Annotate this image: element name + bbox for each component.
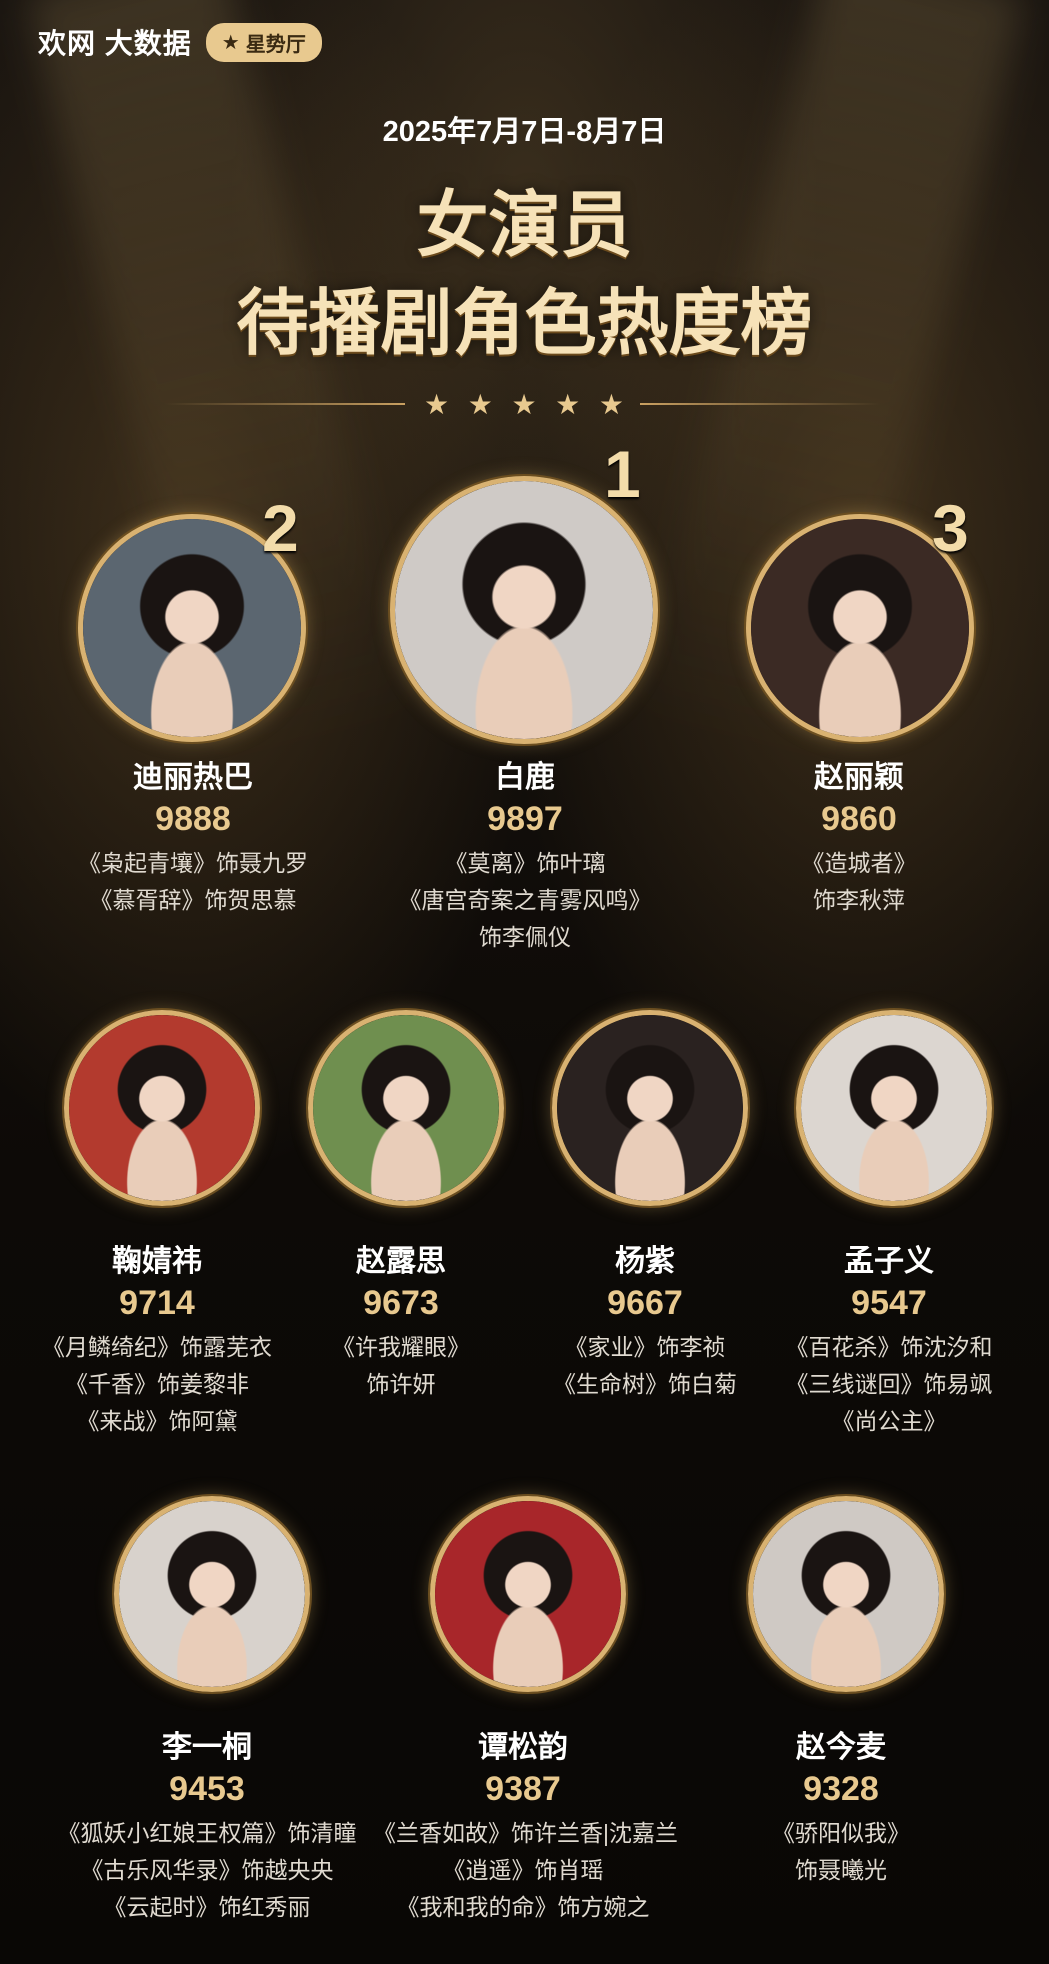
role-line: 《兰香如故》饰许兰香|沈嘉兰 bbox=[373, 1820, 678, 1846]
divider-left bbox=[165, 403, 405, 405]
heat-score: 9547 bbox=[851, 1284, 927, 1322]
actress-name: 赵今麦 bbox=[796, 1731, 886, 1764]
portrait-photo bbox=[435, 1501, 621, 1687]
role-line: 《云起时》饰红秀丽 bbox=[103, 1894, 311, 1920]
role-line: 《莫离》饰叶璃 bbox=[444, 850, 606, 876]
role-line: 《我和我的命》饰方婉之 bbox=[396, 1894, 650, 1920]
role-line: 《唐宫奇案之青雾风鸣》 bbox=[398, 887, 652, 913]
brand-badge: ★ 星势厅 bbox=[205, 22, 322, 62]
role-list: 《骄阳似我》 饰聂曦光 bbox=[691, 1815, 991, 1889]
actress-name: 谭松韵 bbox=[478, 1731, 568, 1764]
badge-label: 星势厅 bbox=[245, 33, 306, 56]
avatar bbox=[552, 1010, 748, 1206]
role-line: 《百花杀》饰沈汐和 bbox=[785, 1334, 993, 1360]
heat-score: 9387 bbox=[485, 1770, 561, 1808]
avatar bbox=[390, 476, 658, 744]
star-icon: ★ bbox=[555, 389, 581, 420]
role-list: 《莫离》饰叶璃 《唐宫奇案之青雾风鸣》 饰李佩仪 bbox=[375, 845, 675, 956]
role-line: 《古乐风华录》饰越央央 bbox=[80, 1857, 334, 1883]
star-icon: ★ bbox=[221, 31, 240, 54]
role-list: 《枭起青壤》饰聂九罗 《慕胥辞》饰贺思慕 bbox=[43, 845, 343, 919]
portrait-photo bbox=[395, 481, 653, 739]
portrait-photo bbox=[69, 1015, 255, 1201]
avatar bbox=[64, 1010, 260, 1206]
role-line: 《慕胥辞》饰贺思慕 bbox=[89, 887, 297, 913]
brand-logo: 欢网 大数据 bbox=[38, 28, 192, 59]
portrait-photo bbox=[313, 1015, 499, 1201]
heat-score: 9328 bbox=[803, 1770, 879, 1808]
actress-card: 迪丽热巴 9888 《枭起青壤》饰聂九罗 《慕胥辞》饰贺思慕 bbox=[43, 752, 343, 919]
portrait-photo bbox=[753, 1501, 939, 1687]
role-line: 《三线谜回》饰易飒 bbox=[785, 1371, 993, 1397]
avatar bbox=[796, 1010, 992, 1206]
role-line: 《尚公主》 bbox=[831, 1408, 947, 1434]
avatar bbox=[430, 1496, 626, 1692]
star-icon: ★ bbox=[598, 389, 624, 420]
role-line: 饰李秋萍 bbox=[813, 887, 905, 913]
role-list: 《兰香如故》饰许兰香|沈嘉兰 《逍遥》饰肖瑶 《我和我的命》饰方婉之 bbox=[373, 1815, 678, 1926]
actress-card: 孟子义 9547 《百花杀》饰沈汐和 《三线谜回》饰易飒 《尚公主》 bbox=[739, 1236, 1039, 1440]
rank-number: 3 bbox=[932, 491, 969, 565]
actress-card: 赵今麦 9328 《骄阳似我》 饰聂曦光 bbox=[691, 1722, 991, 1889]
role-line: 《狐妖小红娘王权篇》饰清瞳 bbox=[57, 1820, 357, 1846]
rank-number: 1 bbox=[604, 437, 641, 511]
star-icon: ★ bbox=[511, 389, 537, 420]
role-line: 《造城者》 bbox=[801, 850, 917, 876]
actress-name: 赵丽颖 bbox=[814, 761, 904, 794]
avatar bbox=[114, 1496, 310, 1692]
portrait-photo bbox=[119, 1501, 305, 1687]
role-line: 《枭起青壤》饰聂九罗 bbox=[78, 850, 308, 876]
actress-name: 李一桐 bbox=[162, 1731, 252, 1764]
avatar bbox=[748, 1496, 944, 1692]
actress-card: 白鹿 9897 《莫离》饰叶璃 《唐宫奇案之青雾风鸣》 饰李佩仪 bbox=[375, 752, 675, 956]
actress-card: 赵丽颖 9860 《造城者》 饰李秋萍 bbox=[709, 752, 1009, 919]
stars-decoration: ★ ★ ★ ★ ★ bbox=[424, 388, 624, 421]
heat-score: 9888 bbox=[155, 800, 231, 838]
actress-name: 白鹿 bbox=[495, 761, 555, 794]
page-title-line1: 女演员 bbox=[416, 186, 633, 266]
heat-score: 9453 bbox=[169, 1770, 245, 1808]
role-line: 《逍遥》饰肖瑶 bbox=[442, 1857, 604, 1883]
star-icon: ★ bbox=[467, 389, 493, 420]
portrait-photo bbox=[801, 1015, 987, 1201]
role-line: 《来战》饰阿黛 bbox=[76, 1408, 238, 1434]
role-line: 饰李佩仪 bbox=[479, 924, 571, 950]
avatar bbox=[308, 1010, 504, 1206]
divider-right bbox=[640, 403, 880, 405]
role-list: 《狐妖小红娘王权篇》饰清瞳 《古乐风华录》饰越央央 《云起时》饰红秀丽 bbox=[57, 1815, 357, 1926]
date-range: 2025年7月7日-8月7日 bbox=[382, 116, 667, 148]
role-list: 《造城者》 饰李秋萍 bbox=[709, 845, 1009, 919]
heat-score: 9897 bbox=[487, 800, 563, 838]
role-line: 《骄阳似我》 bbox=[772, 1820, 910, 1846]
brand-header: 欢网 大数据 ★ 星势厅 bbox=[38, 22, 322, 62]
page-title-line2: 待播剧角色热度榜 bbox=[236, 284, 813, 364]
star-icon: ★ bbox=[424, 389, 450, 420]
actress-name: 孟子义 bbox=[844, 1245, 934, 1278]
heat-score: 9860 bbox=[821, 800, 897, 838]
actress-name: 迪丽热巴 bbox=[133, 761, 253, 794]
actress-card: 李一桐 9453 《狐妖小红娘王权篇》饰清瞳 《古乐风华录》饰越央央 《云起时》… bbox=[57, 1722, 357, 1926]
portrait-photo bbox=[557, 1015, 743, 1201]
role-list: 《百花杀》饰沈汐和 《三线谜回》饰易飒 《尚公主》 bbox=[739, 1329, 1039, 1440]
role-line: 饰聂曦光 bbox=[795, 1857, 887, 1883]
rank-number: 2 bbox=[262, 491, 299, 565]
actress-card: 谭松韵 9387 《兰香如故》饰许兰香|沈嘉兰 《逍遥》饰肖瑶 《我和我的命》饰… bbox=[373, 1722, 678, 1926]
